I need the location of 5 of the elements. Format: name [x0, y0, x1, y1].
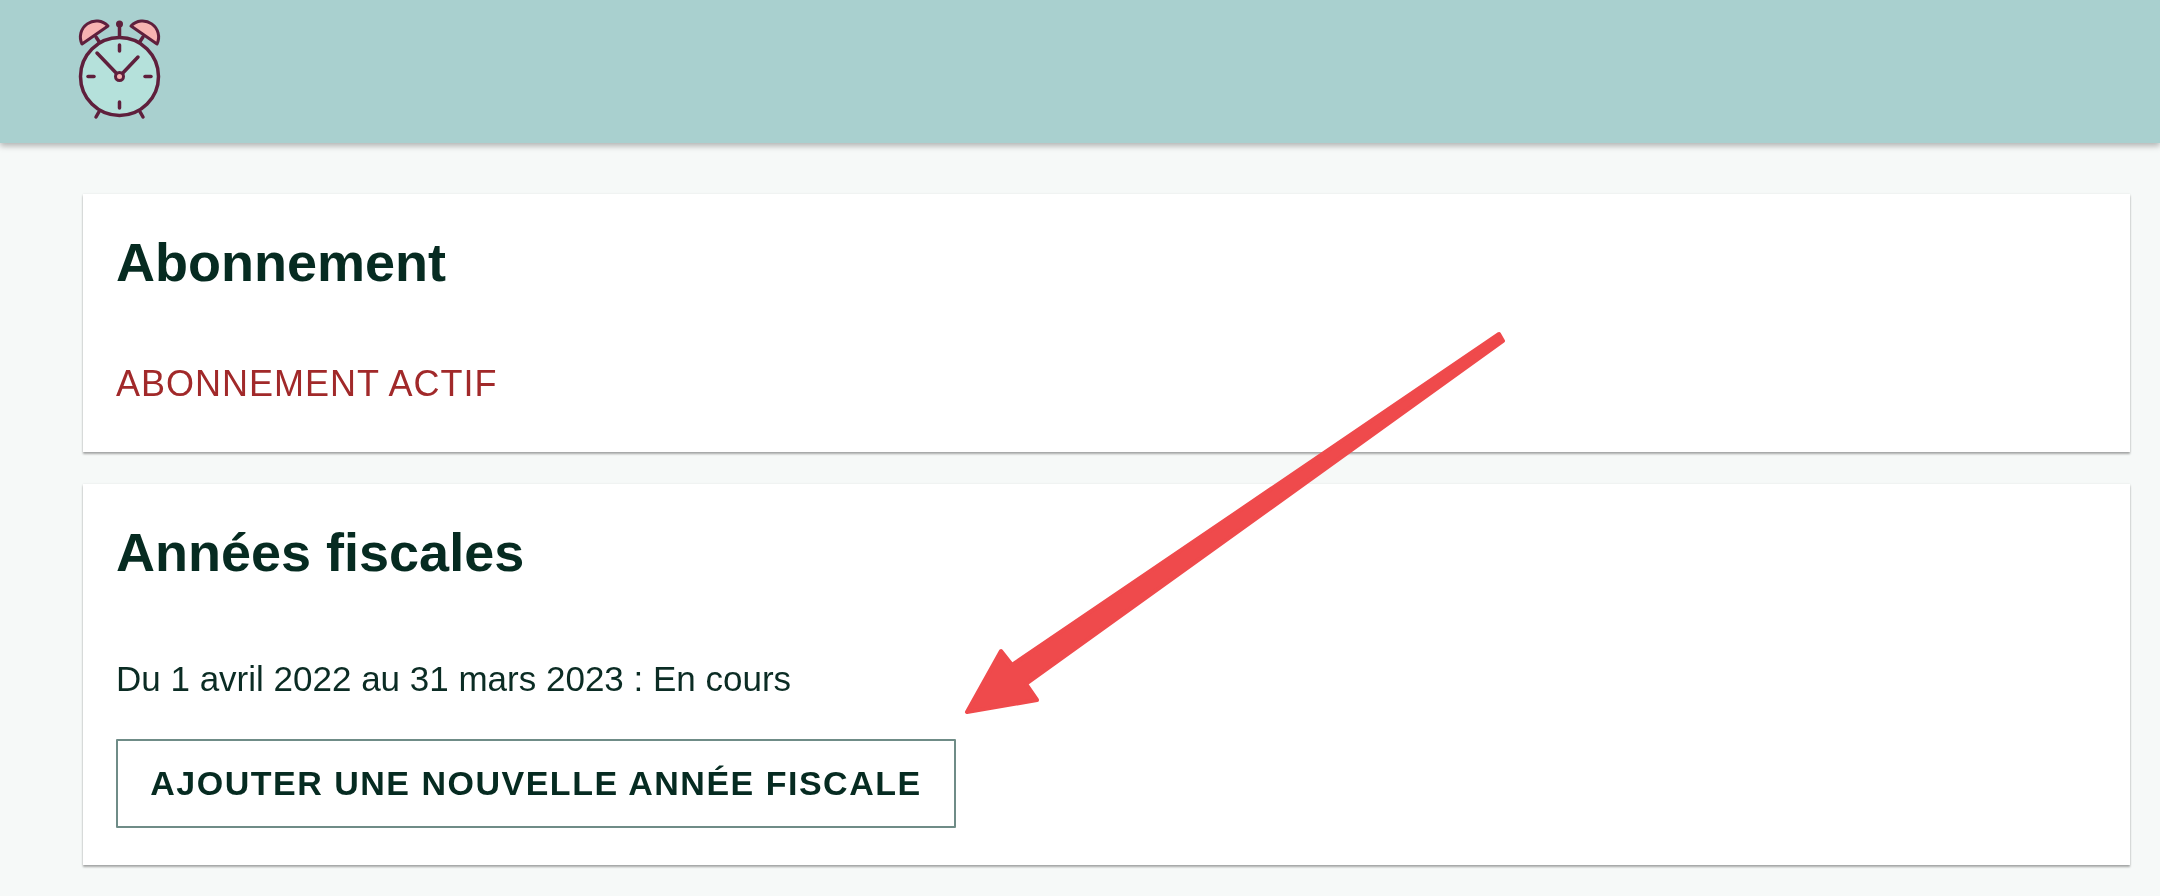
- fiscal-year-period: Du 1 avril 2022 au 31 mars 2023 : En cours: [116, 658, 792, 700]
- card-title: Abonnement: [116, 231, 446, 293]
- card-title: Années fiscales: [116, 521, 525, 583]
- add-fiscal-year-button[interactable]: AJOUTER UNE NOUVELLE ANNÉE FISCALE: [116, 739, 956, 828]
- subscription-status: ABONNEMENT ACTIF: [116, 362, 498, 405]
